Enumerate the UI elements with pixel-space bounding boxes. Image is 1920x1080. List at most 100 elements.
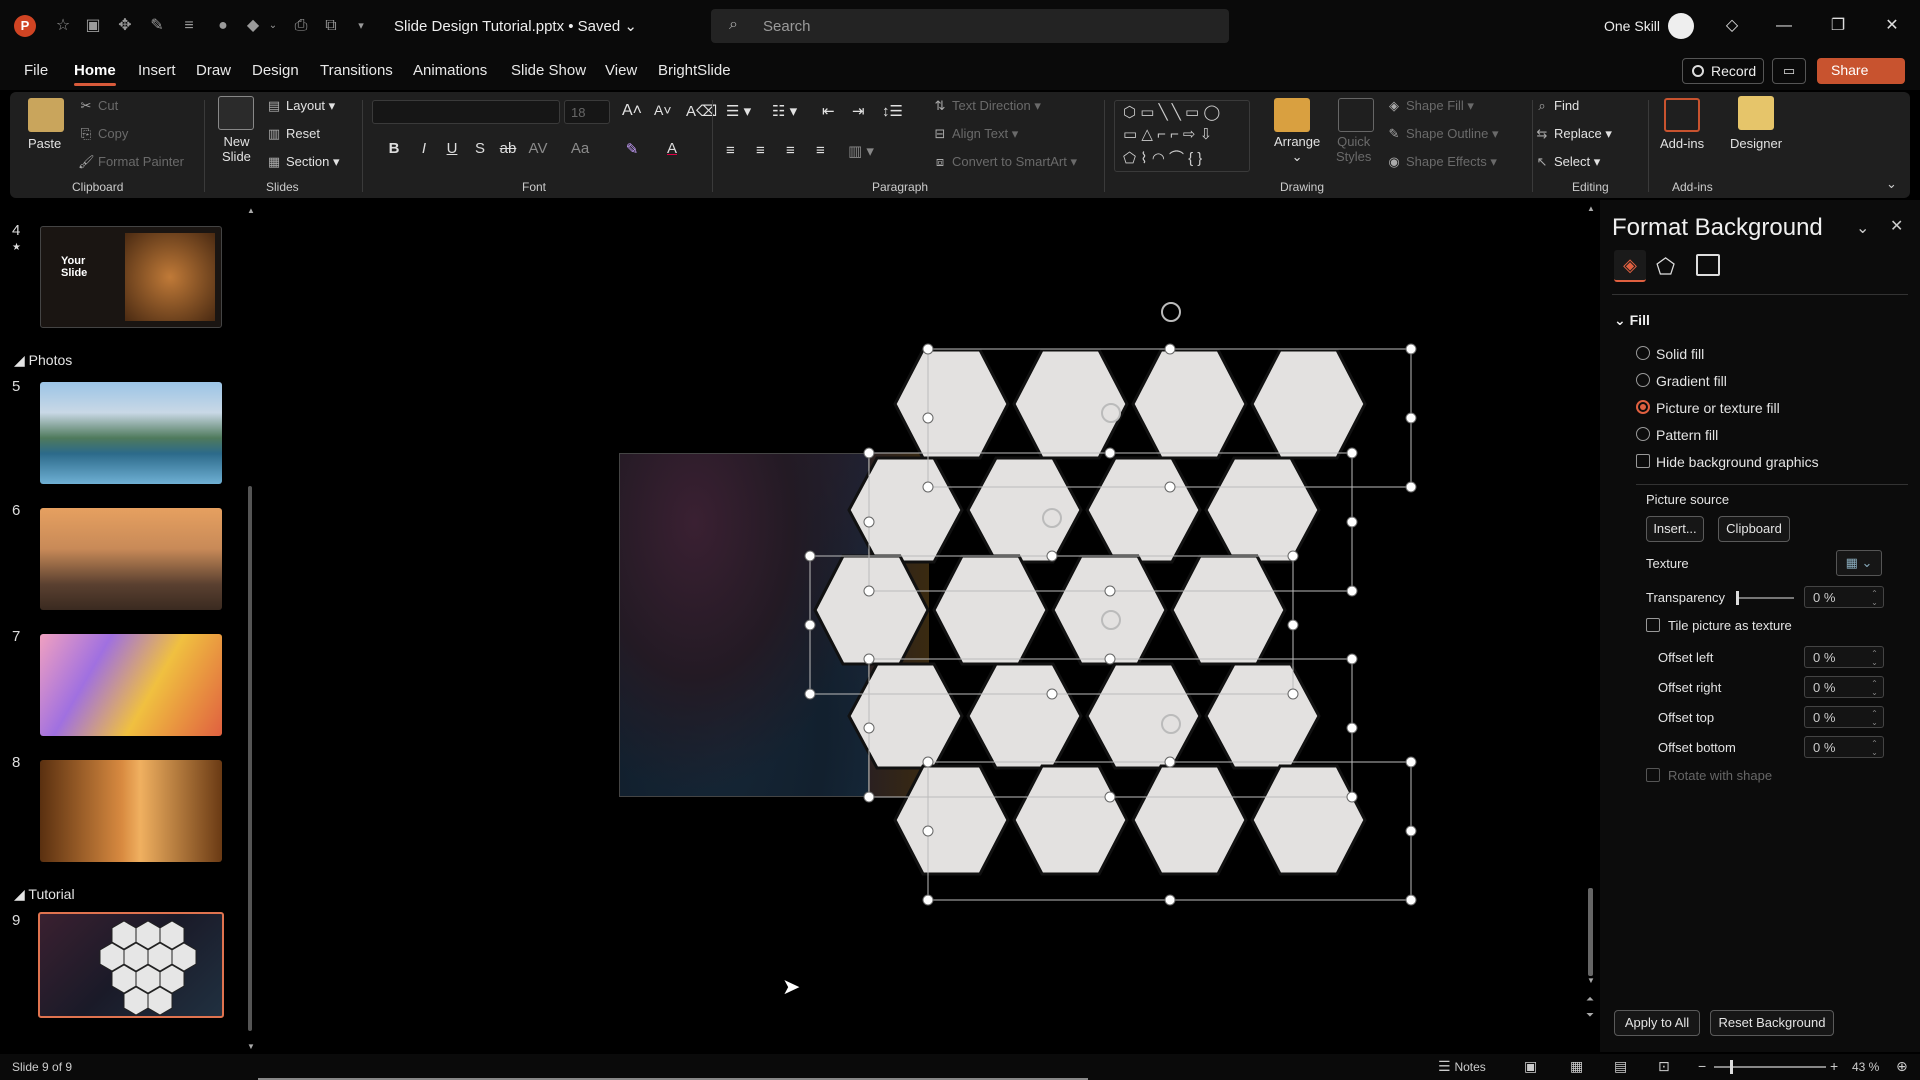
bold-button[interactable]: B [384,140,404,157]
quick-styles-button[interactable]: Quick Styles [1336,134,1371,164]
tab-animations[interactable]: Animations [413,62,487,79]
section-button[interactable]: ▦ Section ▾ [266,154,340,170]
transparency-slider-thumb[interactable] [1736,591,1739,605]
font-name-input[interactable] [372,100,560,124]
hexagon-grid[interactable] [800,300,1440,920]
avatar[interactable] [1668,13,1694,39]
offset-left-input[interactable]: 0 % [1804,646,1884,668]
gradient-fill-radio[interactable] [1636,373,1650,387]
paste-button[interactable]: Paste [28,136,61,151]
strikethrough-button[interactable]: ab [498,140,518,157]
hexagon-shape[interactable] [1170,554,1287,666]
dropdown-icon[interactable]: ⌄ [262,15,284,37]
align-text-button[interactable]: ⊟ Align Text ▾ [932,126,1019,142]
offset-bottom-input[interactable]: 0 % [1804,736,1884,758]
tab-view[interactable]: View [605,62,637,79]
line-spacing-icon[interactable]: ↕☰ [882,102,903,120]
document-title[interactable]: Slide Design Tutorial.pptx • Saved ⌄ [394,17,637,35]
addins-button[interactable]: Add-ins [1660,136,1704,151]
reset-background-button[interactable]: Reset Background [1710,1010,1834,1036]
hexagon-shape[interactable] [893,348,1010,460]
slide-thumbnail-4[interactable]: Your Slide [40,226,222,328]
format-painter-button[interactable]: 🖌 Format Painter [78,154,184,170]
hexagon-shape[interactable] [1250,348,1367,460]
hexagon-shape[interactable] [847,456,964,564]
hexagon-shape[interactable] [1085,662,1202,770]
offset-top-input[interactable]: 0 % [1804,706,1884,728]
hexagon-shape[interactable] [1131,764,1248,876]
canvas-scrollbar[interactable]: ▲ ▼ ⏶ ⏷ [1586,204,1595,1024]
effects-tab-icon[interactable]: ⬠ [1656,254,1675,280]
hide-bg-graphics-checkbox[interactable] [1636,454,1650,468]
draw-icon[interactable]: ✎ [146,15,168,37]
record-icon[interactable]: ● [212,15,234,37]
thumbnails-scrollbar[interactable]: ▲ ▼ [247,206,255,1051]
account-name[interactable]: One Skill [1604,18,1660,34]
convert-smartart-button[interactable]: ⧈ Convert to SmartArt ▾ [932,154,1077,170]
shadow-button[interactable]: S [470,140,490,157]
rotate-with-shape-checkbox[interactable] [1646,768,1660,782]
align-left-icon[interactable]: ≡ [726,142,735,159]
hexagon-shape[interactable] [813,554,930,666]
find-button[interactable]: ⌕ Find [1534,98,1579,114]
apply-to-all-button[interactable]: Apply to All [1614,1010,1700,1036]
hide-bg-graphics-label[interactable]: Hide background graphics [1656,454,1819,470]
align-right-icon[interactable]: ≡ [786,142,795,159]
touch-mode-icon[interactable]: ✥ [114,15,136,37]
layout-button[interactable]: ▤ Layout ▾ [266,98,335,114]
slide-thumbnail-6[interactable] [40,508,222,610]
search-input[interactable]: ⌕ Search [711,9,1229,43]
hexagon-shape[interactable] [1051,554,1168,666]
texture-picker-icon[interactable]: ▦ ⌄ [1836,550,1882,576]
section-tutorial[interactable]: ◢ Tutorial [14,886,75,903]
arrange-button[interactable]: Arrange ⌄ [1274,134,1320,165]
slide-thumbnail-8[interactable] [40,760,222,862]
hexagon-shape[interactable] [932,554,1049,666]
shape-fill-button[interactable]: ◈ Shape Fill ▾ [1386,98,1474,114]
new-slide-button[interactable]: New Slide [222,134,251,164]
decrease-font-icon[interactable]: A˅ [654,102,672,118]
hexagon-shape[interactable] [1085,456,1202,564]
text-direction-button[interactable]: ⇅ Text Direction ▾ [932,98,1041,114]
font-size-input[interactable]: 18 [564,100,610,124]
tab-file[interactable]: File [24,62,48,79]
shape-outline-button[interactable]: ✎ Shape Outline ▾ [1386,126,1499,142]
picture-tab-icon[interactable] [1696,254,1720,276]
change-case-button[interactable]: Aa [570,140,590,157]
slideshow-icon[interactable]: ⊡ [1658,1058,1670,1075]
gradient-fill-label[interactable]: Gradient fill [1656,373,1727,389]
customize-icon[interactable]: ▾ [350,15,372,37]
offset-right-input[interactable]: 0 % [1804,676,1884,698]
italic-button[interactable]: I [414,140,434,157]
hexagon-shape[interactable] [1204,662,1321,770]
comments-button[interactable]: ▭ [1772,58,1806,84]
clipboard-picture-button[interactable]: Clipboard [1718,516,1790,542]
zoom-out-icon[interactable]: − [1698,1058,1706,1074]
pane-close-icon[interactable]: ✕ [1890,216,1903,236]
share-button[interactable]: Share [1817,58,1905,84]
tab-transitions[interactable]: Transitions [320,62,393,79]
pane-options-chevron-icon[interactable]: ⌄ [1856,218,1869,238]
tile-picture-label[interactable]: Tile picture as texture [1668,618,1792,633]
picture-fill-label[interactable]: Picture or texture fill [1656,400,1780,416]
restore-icon[interactable]: ❐ [1826,14,1850,38]
tab-design[interactable]: Design [252,62,299,79]
tab-insert[interactable]: Insert [138,62,176,79]
zoom-in-icon[interactable]: + [1830,1058,1838,1074]
insert-picture-button[interactable]: Insert... [1646,516,1704,542]
solid-fill-radio[interactable] [1636,346,1650,360]
hexagon-shape[interactable] [966,456,1083,564]
underline-button[interactable]: U [442,140,462,157]
reading-view-icon[interactable]: ▤ [1614,1058,1627,1075]
cut-button[interactable]: ✂ Cut [78,98,119,114]
increase-font-icon[interactable]: A˄ [622,102,642,120]
section-photos[interactable]: ◢ Photos [14,352,72,369]
designer-button[interactable]: Designer [1730,136,1782,151]
decrease-indent-icon[interactable]: ⇤ [822,102,835,120]
tab-home[interactable]: Home [74,62,116,86]
normal-view-icon[interactable]: ▣ [1524,1058,1537,1075]
picture-fill-radio[interactable] [1636,400,1650,414]
font-color-icon[interactable]: A [662,140,682,157]
char-spacing-button[interactable]: AV [528,140,548,157]
hexagon-shape[interactable] [966,662,1083,770]
